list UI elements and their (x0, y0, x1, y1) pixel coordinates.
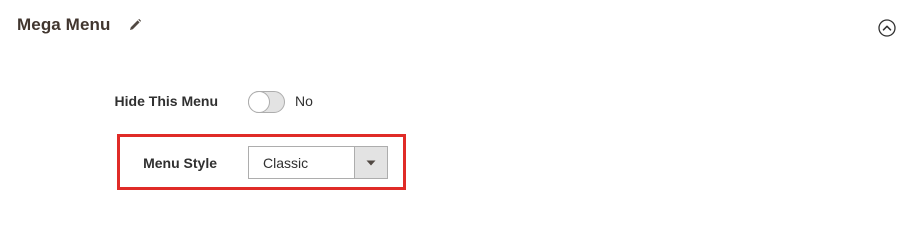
hide-menu-value: No (295, 93, 313, 109)
toggle-knob (248, 91, 270, 113)
menu-style-label: Menu Style (143, 155, 217, 171)
hide-menu-label: Hide This Menu (114, 93, 218, 109)
section-title: Mega Menu (17, 15, 111, 34)
menu-style-selected-value: Classic (263, 155, 309, 171)
hide-menu-toggle[interactable] (248, 91, 285, 113)
pencil-icon[interactable] (127, 17, 143, 33)
section-header: Mega Menu (17, 10, 143, 40)
menu-style-select[interactable]: Classic (248, 146, 388, 179)
chevron-up-circle-icon[interactable] (878, 19, 896, 37)
dropdown-arrow-icon[interactable] (354, 147, 387, 178)
